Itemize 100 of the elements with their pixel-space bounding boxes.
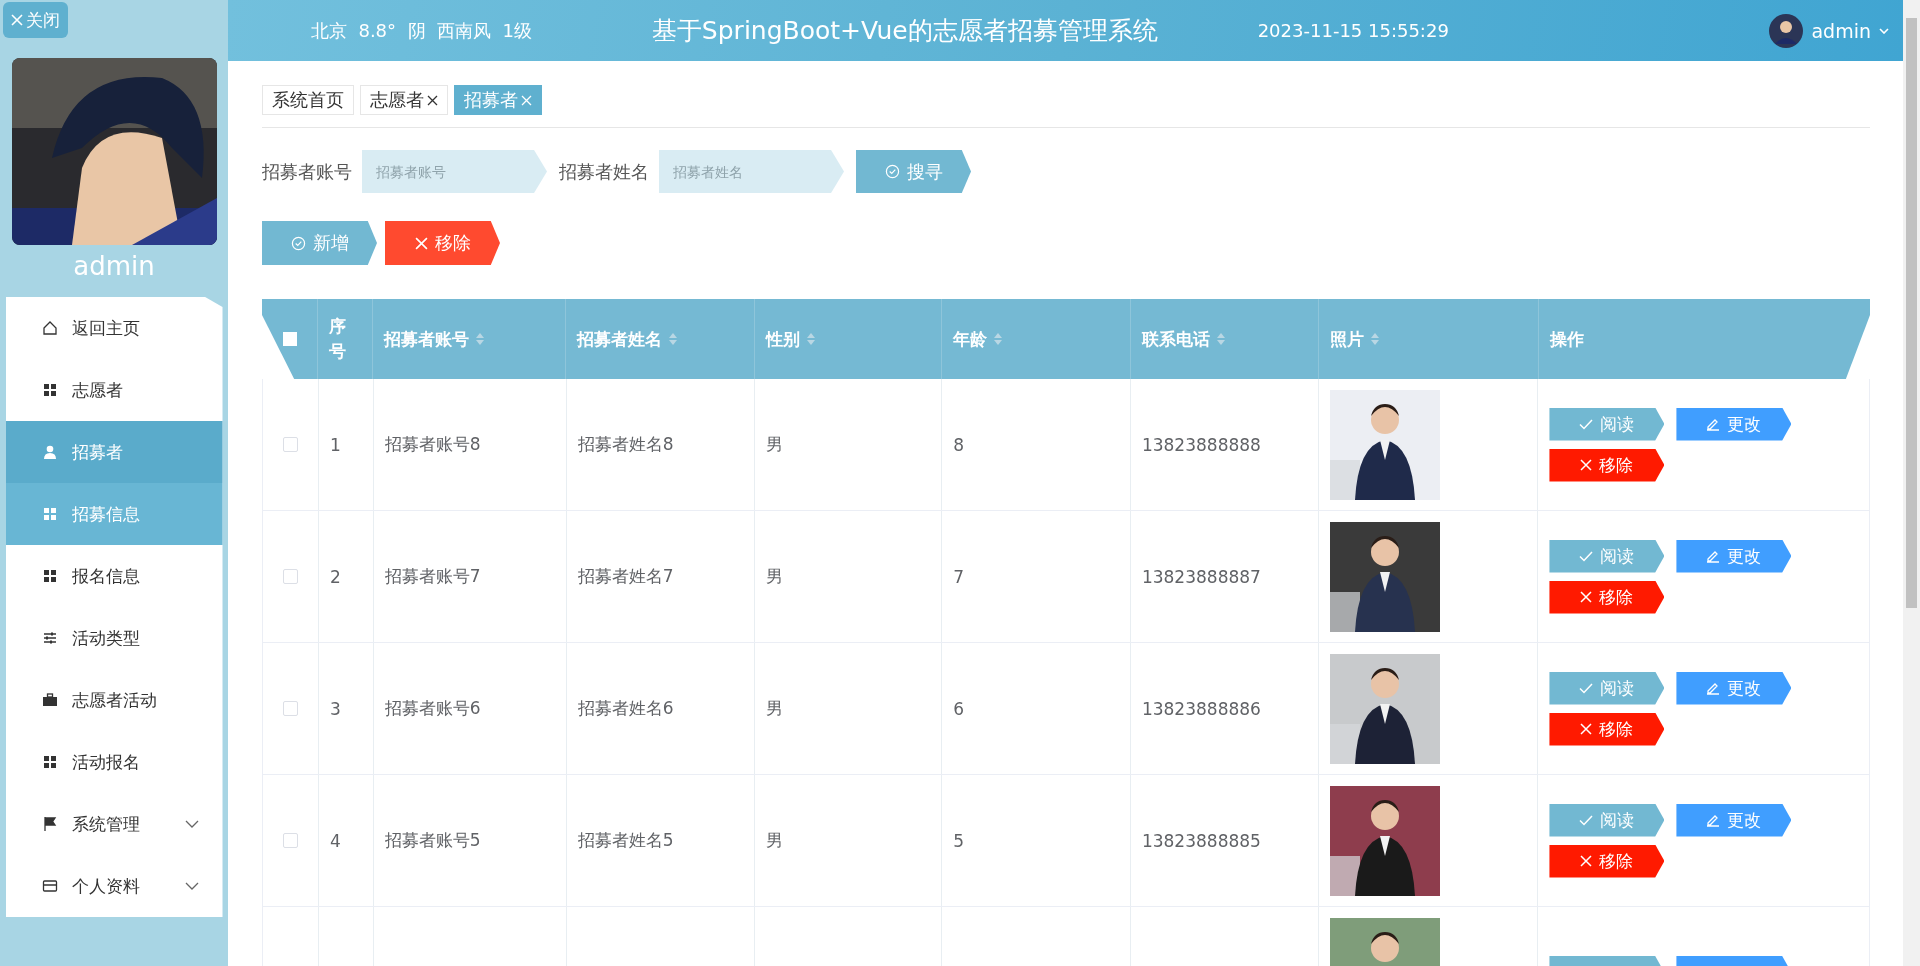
table-cell: 男 (766, 433, 784, 456)
field-label: 招募者账号 (262, 159, 352, 184)
edit-button[interactable]: 更改 (1676, 671, 1792, 705)
grid-icon (41, 568, 58, 584)
table-cell: 招募者姓名6 (577, 697, 674, 720)
user-menu[interactable]: admin (1769, 13, 1889, 48)
grid-icon (41, 506, 58, 522)
add-button[interactable]: 新增 (262, 221, 377, 265)
column-header: 序号 (329, 315, 347, 363)
sort-icon[interactable] (669, 333, 677, 345)
table-cell: 5 (953, 830, 964, 851)
tab[interactable]: 系统首页 (262, 85, 354, 115)
close-icon (11, 14, 23, 26)
check-icon (1579, 814, 1594, 826)
edit-button[interactable]: 更改 (1676, 539, 1792, 573)
avatar-icon (1769, 13, 1804, 48)
read-button[interactable]: 阅读 (1549, 671, 1665, 705)
close-button[interactable]: 关闭 (3, 2, 68, 38)
checkbox[interactable] (282, 701, 298, 716)
close-icon (414, 236, 428, 250)
checkbox[interactable] (282, 569, 298, 584)
sort-icon[interactable] (807, 333, 815, 345)
close-icon (1580, 591, 1593, 603)
check-icon (1579, 550, 1594, 562)
table-cell: 招募者姓名7 (577, 565, 674, 588)
read-button[interactable]: 阅读 (1549, 407, 1665, 441)
checkbox[interactable] (282, 437, 298, 452)
menu-item[interactable]: 志愿者活动 (5, 669, 223, 731)
menu-item[interactable]: 志愿者 (5, 359, 223, 421)
table-cell: 13823888885 (1141, 830, 1261, 851)
check-icon (1579, 418, 1594, 430)
remove-button[interactable]: 移除 (385, 221, 500, 265)
table-cell: 3 (329, 698, 341, 719)
menu-item[interactable]: 返回主页 (5, 297, 223, 359)
edit-button[interactable]: 更改 (1676, 407, 1792, 441)
table-cell: 招募者账号7 (384, 565, 481, 588)
weather-text: 北京 8.8° 阴 西南风 1级 (311, 18, 532, 43)
remove-button[interactable]: 移除 (1549, 448, 1665, 482)
table-cell: 13823888886 (1141, 698, 1261, 719)
card-icon (41, 878, 58, 894)
menu-item[interactable]: 报名信息 (5, 545, 223, 607)
checkbox[interactable] (282, 332, 297, 346)
check-circle-icon (884, 164, 900, 179)
table-cell: 招募者账号8 (384, 433, 481, 456)
table-cell: 13823888887 (1141, 566, 1261, 587)
scrollbar-thumb[interactable] (1906, 18, 1917, 608)
edit-button[interactable]: 更改 (1676, 803, 1792, 837)
grid-icon (41, 754, 58, 770)
home-icon (41, 320, 58, 336)
search-field[interactable]: 招募者账号 (362, 150, 547, 193)
chevron-down-icon (184, 882, 199, 890)
tab[interactable]: 志愿者 (360, 85, 448, 115)
read-button[interactable]: 阅读 (1549, 803, 1665, 837)
column-header[interactable]: 招募者姓名 (577, 327, 677, 351)
column-header[interactable]: 招募者账号 (384, 327, 484, 351)
column-header[interactable]: 性别 (766, 327, 815, 351)
column-header[interactable]: 照片 (1330, 327, 1379, 351)
column-header[interactable]: 年龄 (953, 327, 1002, 351)
remove-button[interactable]: 移除 (1549, 712, 1665, 746)
flag-icon (41, 816, 58, 832)
pencil-icon (1706, 549, 1721, 563)
menu-item[interactable]: 个人资料 (5, 855, 223, 917)
app-title: 基于SpringBoot+Vue的志愿者招募管理系统 (651, 15, 1158, 47)
table-cell: 6 (953, 698, 964, 719)
remove-button[interactable]: 移除 (1549, 844, 1665, 878)
scrollbar[interactable] (1903, 0, 1920, 966)
menu-item[interactable]: 活动报名 (5, 731, 223, 793)
check-circle-icon (290, 235, 306, 251)
tab[interactable]: 招募者 (454, 85, 542, 115)
close-icon (1580, 723, 1593, 735)
search-button[interactable]: 搜寻 (856, 150, 971, 193)
sort-icon[interactable] (1217, 333, 1225, 345)
sort-icon[interactable] (994, 333, 1002, 345)
menu-item[interactable]: 招募者 (5, 421, 223, 483)
close-icon (427, 94, 438, 106)
checkbox[interactable] (282, 833, 298, 848)
table-cell: 男 (766, 829, 784, 852)
table-cell: 1 (329, 434, 341, 455)
table-cell: 招募者姓名8 (577, 433, 674, 456)
column-header: 操作 (1550, 327, 1584, 351)
table-cell: 招募者姓名5 (577, 829, 674, 852)
date-time: 2023-11-15 15:55:29 (1257, 20, 1449, 41)
field-label: 招募者姓名 (559, 159, 649, 184)
search-field[interactable]: 招募者姓名 (659, 150, 844, 193)
column-header[interactable]: 联系电话 (1142, 327, 1225, 351)
sort-icon[interactable] (476, 333, 484, 345)
table-cell: 2 (329, 566, 341, 587)
read-button[interactable]: 阅读 (1549, 539, 1665, 573)
close-icon (521, 94, 532, 106)
menu-item[interactable]: 招募信息 (5, 483, 223, 545)
table-cell: 招募者账号6 (384, 697, 481, 720)
chevron-down-icon (1879, 27, 1889, 34)
table-cell: 4 (329, 830, 341, 851)
remove-button[interactable]: 移除 (1549, 580, 1665, 614)
table-cell: 8 (953, 434, 964, 455)
pencil-icon (1706, 681, 1721, 695)
menu-item[interactable]: 活动类型 (5, 607, 223, 669)
sort-icon[interactable] (1371, 333, 1379, 345)
menu-item[interactable]: 系统管理 (5, 793, 223, 855)
table-cell: 招募者账号5 (384, 829, 481, 852)
